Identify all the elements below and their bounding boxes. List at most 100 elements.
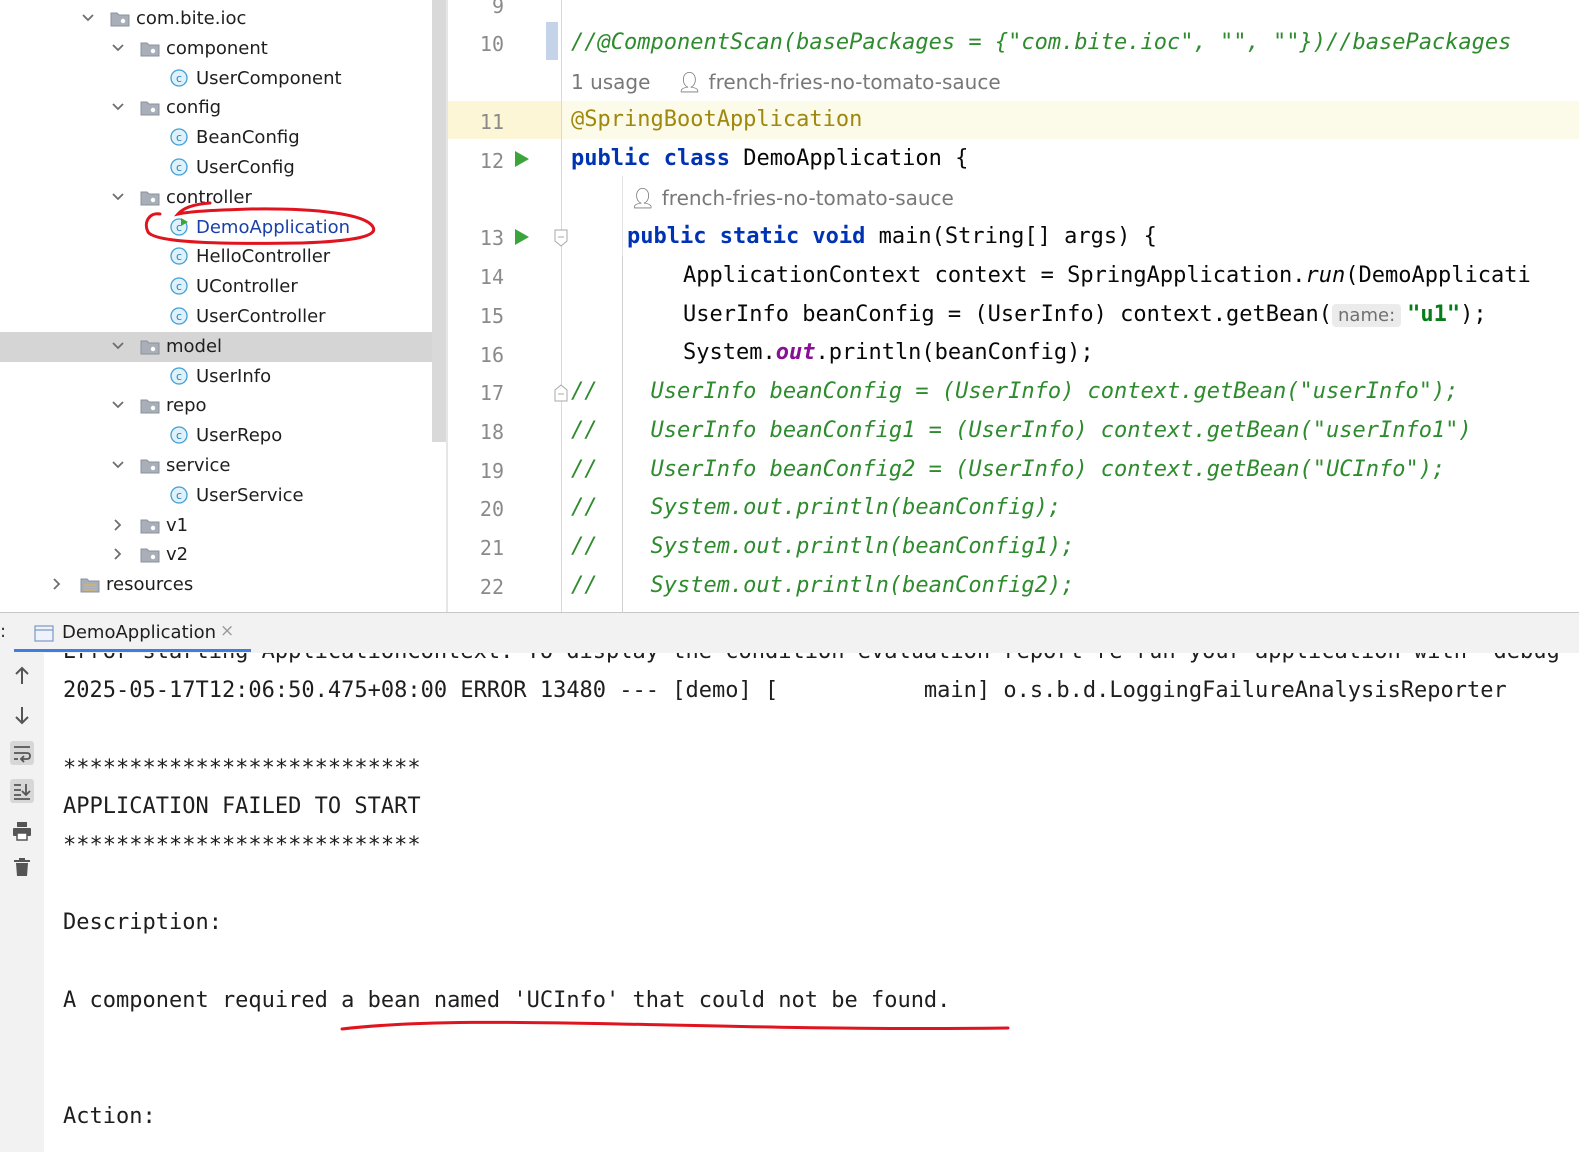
close-tab-icon[interactable]: × (220, 621, 234, 641)
chevron-right-icon[interactable] (110, 517, 126, 533)
run-tab-demoapplication[interactable]: DemoApplication (62, 622, 216, 643)
author-icon: 👤︎ (676, 70, 703, 94)
tree-item-v2[interactable]: v2 (0, 540, 448, 570)
string-literal: "u1" (1407, 302, 1461, 327)
tree-item-model[interactable]: model (0, 331, 448, 362)
chevron-down-icon[interactable] (110, 457, 126, 473)
svg-text:c: c (176, 280, 182, 293)
application-config-icon (34, 625, 54, 642)
tree-item-hellocontroller[interactable]: c HelloController (0, 242, 448, 272)
chevron-right-icon[interactable] (49, 576, 65, 592)
tree-item-repo[interactable]: repo (0, 391, 448, 421)
tree-item-beanconfig[interactable]: c BeanConfig (0, 123, 448, 153)
code-line-10[interactable]: //@ComponentScan(basePackages = {"com.bi… (571, 30, 1511, 55)
tree-item-userservice[interactable]: c UserService (0, 481, 448, 511)
code-text: UserInfo beanConfig = (UserInfo) context… (683, 302, 1333, 327)
tree-item-userconfig[interactable]: c UserConfig (0, 153, 448, 183)
run-main-icon[interactable] (514, 228, 530, 246)
tree-item-demoapplication[interactable]: c DemoApplication (0, 213, 448, 243)
code-line-18[interactable]: // UserInfo beanConfig1 = (UserInfo) con… (571, 418, 1472, 443)
arrow-up-icon[interactable] (10, 664, 34, 688)
run-label-colon: : (0, 621, 7, 642)
tree-item-component[interactable]: component (0, 34, 448, 64)
svg-text:c: c (176, 310, 182, 323)
chevron-down-icon[interactable] (110, 338, 126, 354)
class-icon: c (170, 426, 188, 444)
class-icon: c (170, 307, 188, 325)
svg-text:c: c (176, 370, 182, 383)
tree-item-label: config (166, 97, 222, 119)
code-line-14[interactable]: ApplicationContext context = SpringAppli… (683, 263, 1531, 288)
code-line-19[interactable]: // UserInfo beanConfig2 = (UserInfo) con… (571, 457, 1445, 482)
tree-item-ucontroller[interactable]: c UController (0, 272, 448, 302)
tree-item-label: v1 (166, 514, 189, 536)
code-text: ); (1460, 302, 1487, 327)
package-folder-icon (140, 399, 160, 414)
code-vision-hints[interactable]: 👤︎ french-fries-no-tomato-sauce (630, 186, 954, 210)
chevron-down-icon[interactable] (110, 99, 126, 115)
tree-item-resources[interactable]: resources (0, 570, 448, 600)
tree-item-label: controller (166, 186, 252, 208)
tree-item-userrepo[interactable]: c UserRepo (0, 421, 448, 451)
code-line-16[interactable]: System.out.println(beanConfig); (683, 340, 1094, 365)
chevron-down-icon[interactable] (80, 10, 96, 26)
line-number: 20 (479, 497, 504, 521)
code-line-22[interactable]: // System.out.println(beanConfig2); (571, 573, 1074, 598)
vcs-change-marker[interactable] (546, 22, 558, 60)
author-icon: 👤︎ (630, 186, 656, 210)
code-line-21[interactable]: // System.out.println(beanConfig1); (571, 534, 1074, 559)
code-line-17[interactable]: // UserInfo beanConfig = (UserInfo) cont… (571, 379, 1458, 404)
console-line: Action: (63, 1104, 156, 1129)
chevron-right-icon[interactable] (110, 546, 126, 562)
tree-item-userinfo[interactable]: c UserInfo (0, 362, 448, 392)
runnable-class-icon: c (170, 217, 188, 236)
print-icon[interactable] (10, 819, 34, 843)
package-folder-icon (140, 519, 160, 534)
chevron-down-icon[interactable] (110, 40, 126, 56)
tree-item-label: repo (166, 395, 207, 417)
console-line: *************************** (63, 833, 421, 858)
author-hint[interactable]: french-fries-no-tomato-sauce (662, 186, 954, 210)
line-number: 9 (491, 0, 504, 18)
tree-item-label: UController (196, 276, 298, 298)
tree-item-usercontroller[interactable]: c UserController (0, 302, 448, 332)
chevron-down-icon[interactable] (110, 397, 126, 413)
usage-count-hint[interactable]: 1 usage (571, 70, 650, 94)
code-line-15[interactable]: UserInfo beanConfig = (UserInfo) context… (683, 302, 1487, 327)
keyword: public class (571, 146, 730, 171)
run-class-icon[interactable] (514, 150, 530, 168)
svg-text:c: c (176, 131, 182, 144)
chevron-down-icon[interactable] (110, 189, 126, 205)
run-console-output[interactable]: Error starting ApplicationContext. To di… (44, 653, 1579, 1152)
tree-item-controller[interactable]: controller (0, 183, 448, 213)
line-number: 13 (479, 226, 504, 250)
code-line-11[interactable]: @SpringBootApplication (571, 107, 862, 132)
console-line: Error starting ApplicationContext. To di… (63, 653, 1579, 664)
tree-item-service[interactable]: service (0, 451, 448, 481)
soft-wrap-icon[interactable] (10, 741, 34, 765)
trash-icon[interactable] (10, 855, 34, 879)
class-icon: c (170, 366, 188, 385)
tree-item-label: v2 (166, 544, 189, 566)
code-line-12[interactable]: public class DemoApplication { (571, 146, 968, 171)
line-number: 17 (479, 381, 504, 405)
tree-item-v1[interactable]: v1 (0, 511, 448, 541)
fold-icon[interactable] (554, 384, 568, 402)
code-editor[interactable]: 9 10 11 12 13 14 15 16 17 18 19 20 21 22… (448, 0, 1579, 612)
tree-item-config[interactable]: config (0, 93, 448, 123)
scroll-to-end-icon[interactable] (10, 779, 34, 803)
package-folder-icon (140, 548, 160, 563)
tree-item-usercomponent[interactable]: c UserComponent (0, 64, 448, 94)
tree-item-label: UserController (196, 306, 326, 327)
fold-icon[interactable] (554, 229, 568, 247)
arrow-down-icon[interactable] (10, 703, 34, 727)
code-line-13[interactable]: public static void main(String[] args) { (627, 224, 1157, 249)
code-line-20[interactable]: // System.out.println(beanConfig); (571, 495, 1061, 520)
tree-item-com-bite-ioc[interactable]: com.bite.ioc (0, 4, 448, 34)
package-folder-icon (140, 42, 160, 57)
gutter-separator (561, 0, 562, 612)
code-vision-hints[interactable]: 1 usage 👤︎ french-fries-no-tomato-sauce (571, 70, 1001, 94)
method-call: run (1305, 263, 1346, 288)
author-hint[interactable]: french-fries-no-tomato-sauce (709, 70, 1001, 94)
project-tree-scrollbar[interactable] (432, 0, 446, 442)
